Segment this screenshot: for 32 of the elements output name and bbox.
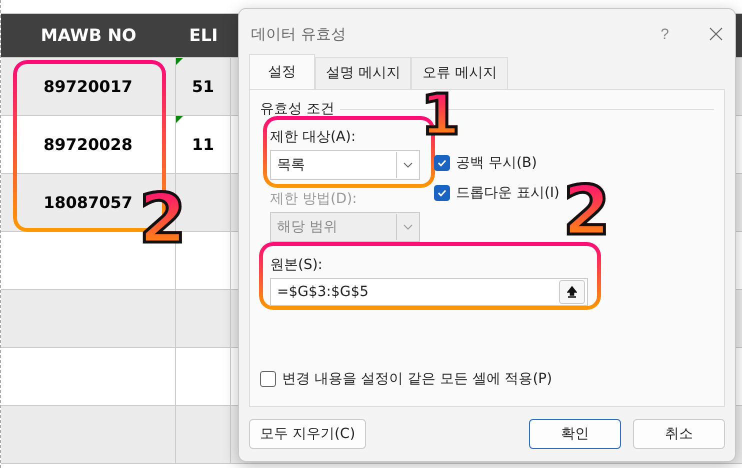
checkbox-label[interactable]: 드롭다운 표시(I) <box>456 184 560 202</box>
checkbox[interactable] <box>260 371 276 387</box>
column-header: ELI <box>188 24 219 48</box>
table-cell: 89720017 <box>43 77 133 96</box>
tab[interactable]: 설명 메시지 <box>315 57 412 89</box>
close-icon[interactable] <box>709 27 723 41</box>
collapse-button[interactable] <box>559 280 585 304</box>
checkbox-label[interactable]: 공백 무시(B) <box>456 154 537 172</box>
checkmark-icon <box>437 158 447 168</box>
table-cell: 51 <box>192 77 214 96</box>
field-label: 제한 대상(A): <box>270 128 357 146</box>
tab[interactable]: 오류 메시지 <box>411 57 508 89</box>
field-label: 제한 방법(D): <box>270 190 358 208</box>
dropdown[interactable]: 목록 <box>270 150 420 180</box>
checkbox[interactable] <box>434 155 450 171</box>
dialog-button[interactable]: 모두 지우기(C) <box>249 419 366 449</box>
table-cell: 11 <box>192 135 214 154</box>
checkmark-icon <box>437 188 447 198</box>
group-title: 유효성 조건 <box>260 100 334 118</box>
window-title: 데이터 유효성 <box>251 24 347 44</box>
checkbox-label[interactable]: 변경 내용을 설정이 같은 모든 셀에 적용(P) <box>282 370 552 388</box>
tab[interactable]: 설정 <box>249 54 315 89</box>
field-label: 원본(S): <box>270 256 324 274</box>
chevron-down-icon[interactable] <box>403 162 413 168</box>
table-cell: 89720028 <box>43 135 133 154</box>
table-cell: 18087057 <box>43 193 133 212</box>
upload-arrow-icon <box>567 286 577 298</box>
input-field[interactable]: =$G$3:$G$5 <box>270 278 588 306</box>
dialog-button[interactable]: 확인 <box>529 419 621 449</box>
checkbox[interactable] <box>434 185 450 201</box>
column-header: MAWB NO <box>40 24 138 48</box>
dialog-button[interactable]: 취소 <box>633 419 725 449</box>
